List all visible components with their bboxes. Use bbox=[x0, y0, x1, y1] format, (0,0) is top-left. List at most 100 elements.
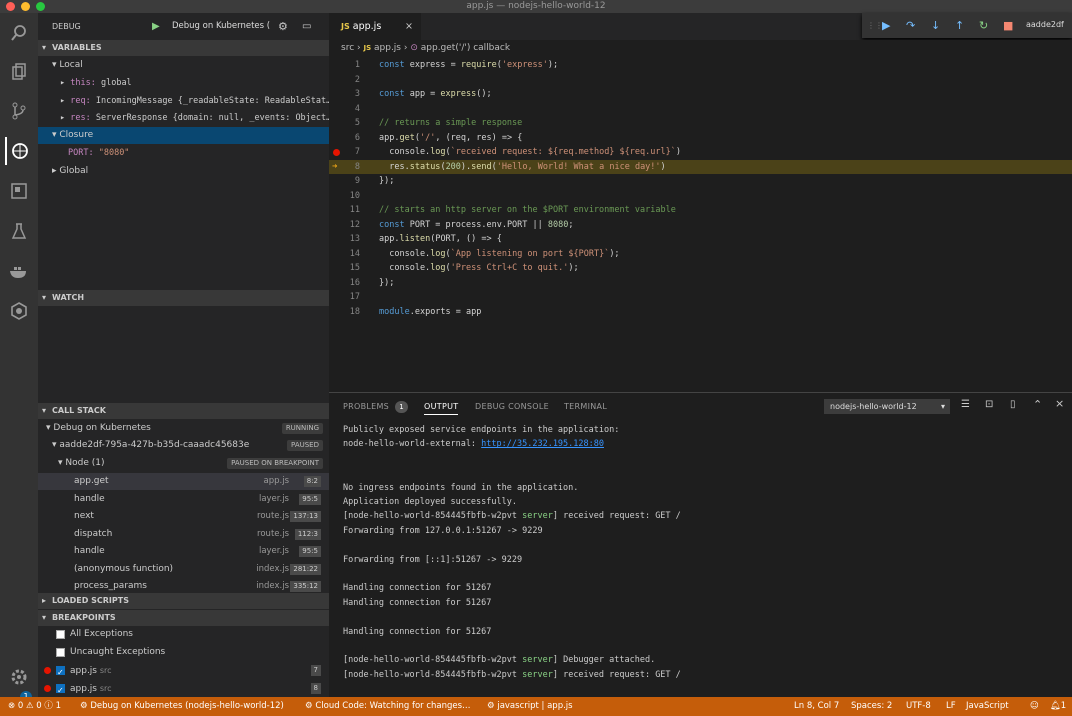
maximize-panel-icon[interactable]: ⌃ bbox=[1033, 398, 1042, 411]
checkbox[interactable] bbox=[56, 630, 65, 639]
callstack-section-header[interactable]: ▾ CALL STACK bbox=[38, 403, 329, 419]
breakpoint-all-exceptions[interactable]: All Exceptions bbox=[38, 626, 329, 643]
loaded-scripts-section-header[interactable]: ▸ LOADED SCRIPTS bbox=[38, 593, 329, 609]
code-line[interactable]: 3 const app = express(); bbox=[329, 87, 1072, 102]
code-line[interactable]: 15 console.log('Press Ctrl+C to quit.'); bbox=[329, 261, 1072, 276]
variable-port[interactable]: PORT: "8080" bbox=[38, 145, 329, 162]
code-line[interactable]: 11 // starts an http server on the $PORT … bbox=[329, 203, 1072, 218]
tab-terminal[interactable]: TERMINAL bbox=[564, 402, 607, 411]
code-line[interactable]: 14 console.log(`App listening on port ${… bbox=[329, 247, 1072, 262]
stack-frame[interactable]: next route.js 137:13 bbox=[38, 508, 329, 525]
code-line[interactable]: 5 // returns a simple response bbox=[329, 116, 1072, 131]
code-line[interactable]: 12 const PORT = process.env.PORT || 8080; bbox=[329, 218, 1072, 233]
checkbox[interactable] bbox=[56, 648, 65, 657]
endpoint-link[interactable]: http://35.232.195.128:80 bbox=[481, 439, 604, 449]
cloud-code-status[interactable]: ⚙ Cloud Code: Watching for changes… bbox=[305, 697, 471, 716]
restart-icon[interactable]: ↻ bbox=[979, 19, 988, 32]
docker-icon[interactable] bbox=[5, 257, 33, 285]
variable-req[interactable]: ▸ req: IncomingMessage {_readableState: … bbox=[38, 93, 329, 110]
debug-session[interactable]: ▾ Debug on Kubernetes RUNNING bbox=[38, 420, 329, 437]
step-into-icon[interactable]: ↓ bbox=[931, 19, 940, 32]
debug-console-icon[interactable]: ▭ bbox=[302, 13, 311, 40]
tab-debug-console[interactable]: DEBUG CONSOLE bbox=[475, 402, 549, 411]
breakpoint-item[interactable]: app.js src 7 bbox=[38, 662, 329, 679]
breadcrumb-item[interactable]: src bbox=[341, 43, 354, 53]
eol-status[interactable]: LF bbox=[946, 697, 956, 716]
stack-frame[interactable]: (anonymous function) index.js 281:22 bbox=[38, 561, 329, 578]
breakpoint-item[interactable]: app.js src 8 bbox=[38, 680, 329, 697]
start-debug-icon[interactable]: ▶ bbox=[152, 13, 160, 40]
checkbox[interactable] bbox=[56, 682, 65, 697]
debug-icon[interactable] bbox=[5, 137, 33, 165]
scope-closure[interactable]: ▾ Closure bbox=[38, 127, 329, 144]
variable-res[interactable]: ▸ res: ServerResponse {domain: null, _ev… bbox=[38, 110, 329, 127]
language-status[interactable]: JavaScript bbox=[966, 697, 1009, 716]
breadcrumb-item[interactable]: app.get('/') callback bbox=[421, 43, 510, 53]
stack-frame[interactable]: dispatch route.js 112:3 bbox=[38, 526, 329, 543]
feedback-icon[interactable]: ☺ bbox=[1030, 697, 1039, 716]
close-icon[interactable]: × bbox=[405, 13, 413, 40]
continue-icon[interactable]: ▶ bbox=[882, 19, 890, 32]
tab-output[interactable]: OUTPUT bbox=[424, 402, 459, 415]
gear-icon[interactable] bbox=[5, 663, 33, 691]
output-channel-select[interactable]: nodejs-hello-world-12 ▾ bbox=[824, 399, 950, 414]
code-line[interactable]: 10 bbox=[329, 189, 1072, 204]
explorer-icon[interactable] bbox=[5, 58, 33, 86]
flask-icon[interactable] bbox=[5, 217, 33, 245]
debug-config-select[interactable]: Debug on Kubernetes ( bbox=[172, 13, 272, 40]
variables-section-header[interactable]: ▾ VARIABLES bbox=[38, 40, 329, 56]
notifications-status[interactable]: 🔔︎1 bbox=[1050, 697, 1066, 716]
stack-frame[interactable]: app.get app.js 8:2 bbox=[38, 473, 329, 490]
code-line[interactable]: ➜ 8 res.status(200).send('Hello, World! W… bbox=[329, 159, 1072, 175]
stack-frame[interactable]: handle layer.js 95:5 bbox=[38, 491, 329, 508]
tab-problems[interactable]: PROBLEMS bbox=[343, 402, 389, 411]
zoom-window-icon[interactable] bbox=[36, 2, 45, 11]
current-line-arrow-icon[interactable]: ➜ bbox=[332, 160, 337, 175]
stop-icon[interactable]: ■ bbox=[1003, 19, 1013, 32]
kubernetes-icon[interactable] bbox=[5, 297, 33, 325]
breakpoint-uncaught-exceptions[interactable]: Uncaught Exceptions bbox=[38, 644, 329, 661]
debug-status[interactable]: ⚙ Debug on Kubernetes (nodejs-hello-worl… bbox=[80, 697, 284, 716]
copy-icon[interactable]: ▯ bbox=[1010, 399, 1016, 410]
lock-icon[interactable]: ⊡ bbox=[985, 399, 993, 410]
checkbox[interactable] bbox=[56, 664, 65, 679]
code-line[interactable]: 13 app.listen(PORT, () => { bbox=[329, 232, 1072, 247]
code-line[interactable]: 4 bbox=[329, 102, 1072, 117]
stack-frame[interactable]: handle layer.js 95:5 bbox=[38, 543, 329, 560]
code-line[interactable]: 18 module.exports = app bbox=[329, 305, 1072, 320]
cursor-position[interactable]: Ln 8, Col 7 bbox=[794, 697, 839, 716]
debug-node[interactable]: ▾ Node (1) PAUSED ON BREAKPOINT bbox=[38, 455, 329, 472]
close-icon[interactable]: × bbox=[1055, 397, 1064, 410]
code-line[interactable]: 6 app.get('/', (req, res) => { bbox=[329, 131, 1072, 146]
scope-local[interactable]: ▾ Local bbox=[38, 57, 329, 74]
extensions-icon[interactable] bbox=[5, 177, 33, 205]
breakpoint-dot-icon[interactable] bbox=[333, 149, 340, 156]
search-icon[interactable] bbox=[5, 19, 33, 47]
clear-output-icon[interactable]: ☰ bbox=[961, 399, 970, 410]
code-line[interactable]: 9}); bbox=[329, 174, 1072, 189]
code-line[interactable]: 1 const express = require('express'); bbox=[329, 58, 1072, 73]
gear-icon[interactable]: ⚙ bbox=[278, 13, 288, 40]
drag-handle-icon[interactable]: ⋮⋮ bbox=[867, 19, 883, 32]
scope-global[interactable]: ▸ Global bbox=[38, 163, 329, 180]
breadcrumb-item[interactable]: app.js bbox=[374, 43, 401, 53]
problems-status[interactable]: ⊗ 0 ⚠ 0 ⓘ 1 bbox=[8, 697, 61, 716]
code-line[interactable]: 17 bbox=[329, 290, 1072, 305]
variable-this[interactable]: ▸ this: global bbox=[38, 75, 329, 92]
watch-section-header[interactable]: ▾ WATCH bbox=[38, 290, 329, 306]
tab-app-js[interactable]: JS app.js × bbox=[329, 13, 421, 40]
code-line[interactable]: 7 console.log(`received request: ${req.m… bbox=[329, 145, 1072, 160]
breakpoints-section-header[interactable]: ▾ BREAKPOINTS bbox=[38, 610, 329, 626]
indentation-status[interactable]: Spaces: 2 bbox=[851, 697, 892, 716]
source-control-icon[interactable] bbox=[5, 97, 33, 125]
code-editor[interactable]: src › JS app.js › ⊙ app.get('/') callbac… bbox=[329, 40, 1072, 390]
step-out-icon[interactable]: ↑ bbox=[955, 19, 964, 32]
debug-target-select[interactable]: aadde2df bbox=[1026, 20, 1064, 29]
debug-thread[interactable]: ▾ aadde2df-795a-427b-b35d-caaadc45683e PA… bbox=[38, 437, 329, 454]
minimize-window-icon[interactable] bbox=[21, 2, 30, 11]
encoding-status[interactable]: UTF-8 bbox=[906, 697, 931, 716]
code-line[interactable]: 2 bbox=[329, 73, 1072, 88]
code-line[interactable]: 16}); bbox=[329, 276, 1072, 291]
file-status[interactable]: ⚙ javascript | app.js bbox=[487, 697, 573, 716]
step-over-icon[interactable]: ↷ bbox=[906, 19, 915, 32]
